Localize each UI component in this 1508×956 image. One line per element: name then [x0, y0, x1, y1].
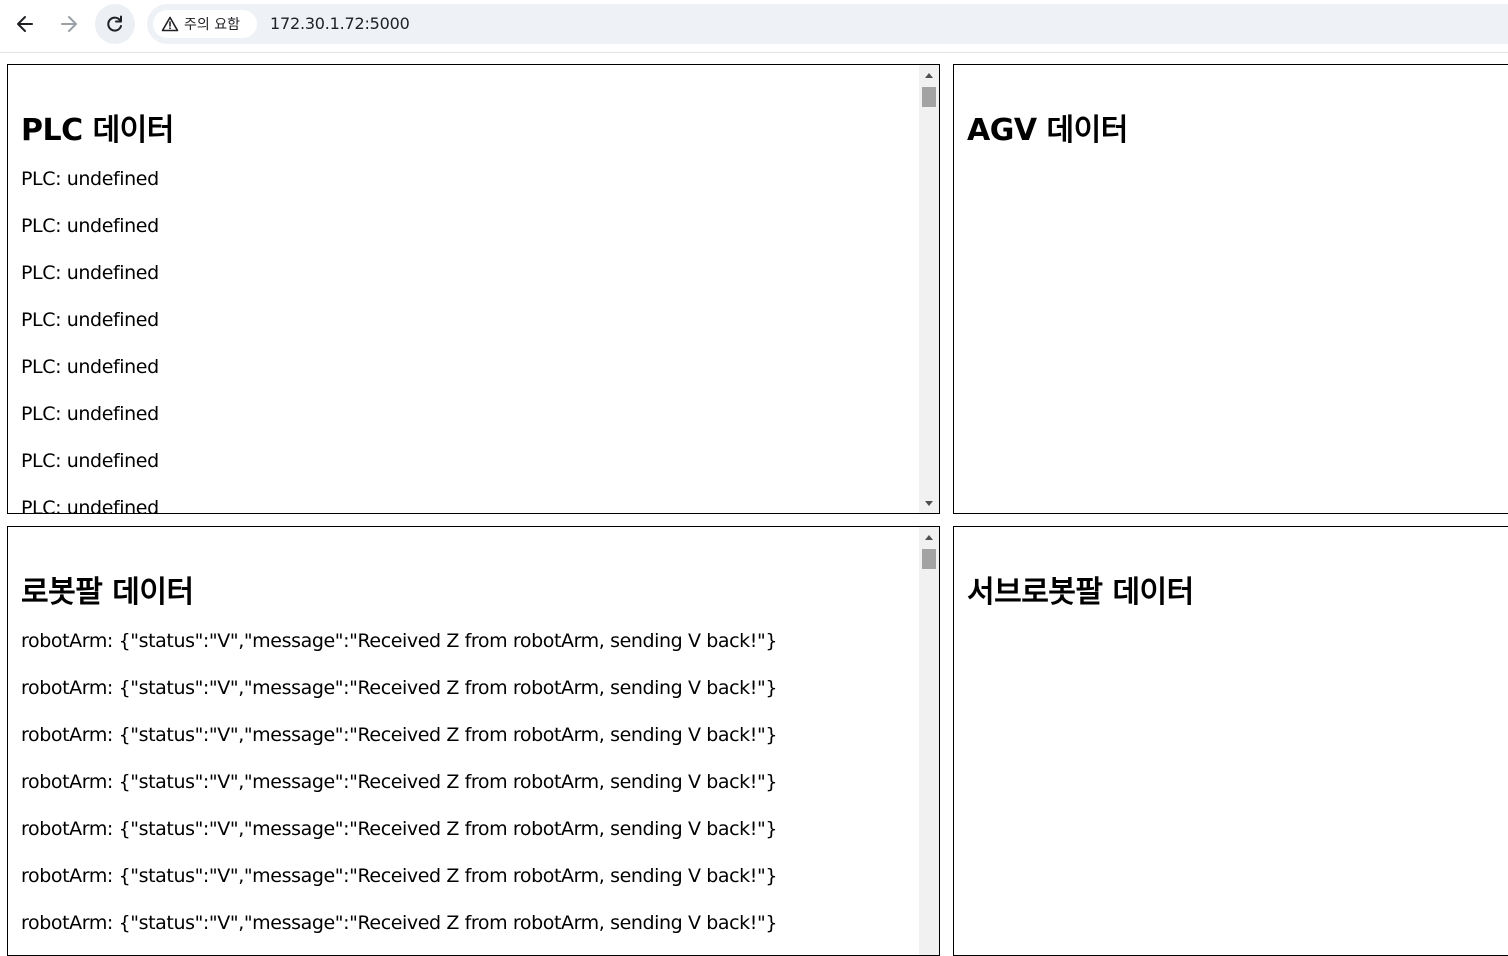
robot-arm-panel: 로봇팔 데이터 robotArm: {"status":"V","message… — [7, 526, 940, 956]
robot-arm-entry: robotArm: {"status":"V","message":"Recei… — [21, 724, 778, 746]
back-button[interactable] — [5, 4, 45, 44]
scroll-up-arrow-icon[interactable] — [919, 529, 939, 545]
robot-arm-scroll-thumb[interactable] — [922, 549, 936, 569]
sub-robot-arm-panel: 서브로봇팔 데이터 — [953, 526, 1508, 956]
plc-panel: PLC 데이터 PLC: undefined PLC: undefined PL… — [7, 64, 940, 514]
plc-entry: PLC: undefined — [21, 356, 159, 378]
robot-arm-scrollbar[interactable] — [919, 527, 939, 955]
plc-scroll-thumb[interactable] — [922, 87, 936, 107]
plc-entry: PLC: undefined — [21, 309, 159, 331]
robot-arm-entry-list: robotArm: {"status":"V","message":"Recei… — [21, 630, 778, 955]
robot-arm-entry: robotArm: {"status":"V","message":"Recei… — [21, 818, 778, 840]
security-label: 주의 요함 — [184, 17, 240, 33]
robot-arm-entry: robotArm: {"status":"V","message":"Recei… — [21, 771, 778, 793]
agv-panel: AGV 데이터 — [953, 64, 1508, 514]
security-indicator[interactable]: 주의 요함 — [153, 10, 257, 38]
plc-entry: PLC: undefined — [21, 450, 159, 472]
scroll-up-arrow-icon[interactable] — [919, 67, 939, 83]
plc-panel-title: PLC 데이터 — [21, 113, 174, 148]
address-bar[interactable]: 주의 요함 172.30.1.72:5000 — [147, 4, 1508, 44]
url-text[interactable]: 172.30.1.72:5000 — [270, 14, 410, 33]
plc-entry: PLC: undefined — [21, 262, 159, 284]
robot-arm-entry: robotArm: {"status":"V","message":"Recei… — [21, 630, 778, 652]
robot-arm-entry: robotArm: {"status":"V","message":"Recei… — [21, 865, 778, 887]
plc-entry: PLC: undefined — [21, 497, 159, 514]
browser-toolbar: 주의 요함 172.30.1.72:5000 — [0, 0, 1508, 53]
plc-entry: PLC: undefined — [21, 168, 159, 190]
arrow-right-icon — [61, 16, 77, 32]
plc-entry: PLC: undefined — [21, 215, 159, 237]
forward-button[interactable] — [49, 4, 89, 44]
robot-arm-entry: robotArm: {"status":"V","message":"Recei… — [21, 677, 778, 699]
warning-icon — [161, 16, 179, 32]
plc-scrollbar[interactable] — [919, 65, 939, 513]
robot-arm-entry: robotArm: {"status":"V","message":"Recei… — [21, 912, 778, 934]
sub-robot-arm-panel-title: 서브로봇팔 데이터 — [967, 575, 1194, 610]
robot-arm-panel-title: 로봇팔 데이터 — [21, 575, 194, 610]
agv-panel-title: AGV 데이터 — [967, 113, 1128, 148]
plc-entry-list: PLC: undefined PLC: undefined PLC: undef… — [21, 168, 159, 514]
plc-entry: PLC: undefined — [21, 403, 159, 425]
scroll-down-arrow-icon[interactable] — [919, 495, 939, 511]
arrow-left-icon — [17, 16, 33, 32]
reload-icon — [107, 15, 122, 32]
reload-button[interactable] — [95, 4, 135, 44]
